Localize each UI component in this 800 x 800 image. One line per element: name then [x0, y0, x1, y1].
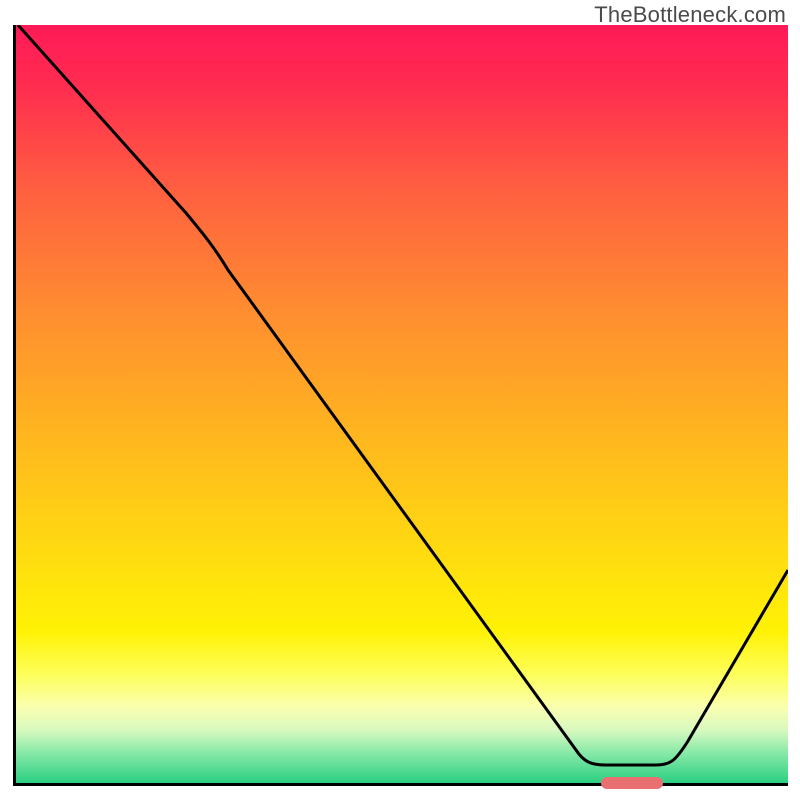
- optimal-marker: [601, 777, 663, 789]
- bottleneck-curve: [16, 25, 788, 783]
- chart-area: [13, 25, 788, 786]
